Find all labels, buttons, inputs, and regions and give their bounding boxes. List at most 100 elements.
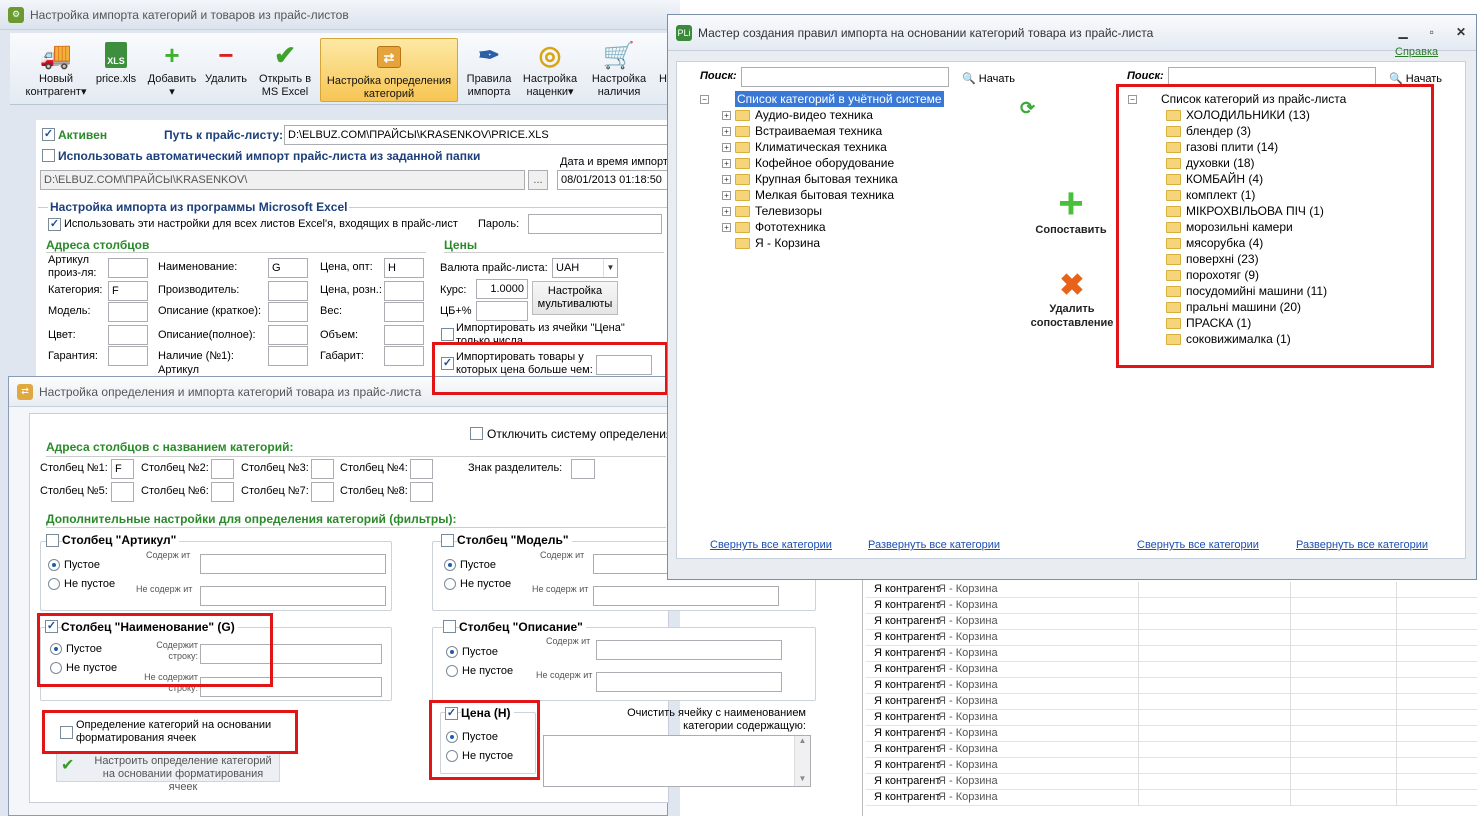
desc-empty-radio[interactable]: Пустое xyxy=(446,646,498,659)
match-button[interactable]: + Сопоставить xyxy=(1028,182,1114,237)
left-tree-item[interactable]: + Фототехника xyxy=(700,219,1000,235)
import-numbers-checkbox[interactable] xyxy=(441,328,454,341)
left-tree-item[interactable]: + Климатическая техника xyxy=(700,139,1000,155)
col-weight-combo[interactable] xyxy=(384,302,424,322)
auto-import-path-input[interactable]: D:\ELBUZ.COM\ПРАЙСЫ\KRASENKOV\ xyxy=(40,170,525,190)
col5-input[interactable] xyxy=(111,482,134,502)
right-tree-item[interactable]: посудомийні машини (11) xyxy=(1128,283,1428,299)
left-search-input[interactable] xyxy=(741,67,949,87)
right-tree-item[interactable]: соковижималка (1) xyxy=(1128,331,1428,347)
col-price-wholesale-combo[interactable]: H xyxy=(384,258,424,278)
toolbar-category-settings-button[interactable]: ⇄ Настройка определения категорий xyxy=(320,38,458,102)
left-tree-item[interactable]: +Я - Корзина xyxy=(700,235,1000,251)
import-price-greater-checkbox[interactable]: ✓ xyxy=(441,357,454,370)
col-volume-combo[interactable] xyxy=(384,325,424,345)
group-price-checkbox[interactable]: ✓ xyxy=(445,707,458,720)
model-empty-radio[interactable]: Пустое xyxy=(444,559,496,572)
right-collapse-all-link[interactable]: Свернуть все категории xyxy=(1137,539,1259,551)
clear-cell-scrollbar[interactable]: ▲ ▼ xyxy=(794,736,810,786)
right-search-start-button[interactable]: 🔍 Начать xyxy=(1389,72,1442,85)
toolbar-delete-button[interactable]: − Удалить xyxy=(200,37,252,103)
col7-input[interactable] xyxy=(311,482,334,502)
right-tree-item[interactable]: МІКРОХВІЛЬОВА ПІЧ (1) xyxy=(1128,203,1428,219)
right-tree-item[interactable]: комплект (1) xyxy=(1128,187,1428,203)
collapse-icon[interactable]: − xyxy=(700,94,709,104)
table-row[interactable]: Я контрагент Я - Корзина xyxy=(866,582,1477,598)
maximize-icon[interactable]: ▫ xyxy=(1430,25,1434,39)
disable-system-checkbox[interactable] xyxy=(470,427,483,440)
table-row[interactable]: Я контрагент Я - Корзина xyxy=(866,662,1477,678)
format-detect-checkbox[interactable] xyxy=(60,726,73,739)
col-manufacturer-combo[interactable] xyxy=(268,281,308,301)
price-notempty-radio[interactable]: Не пустое xyxy=(446,750,513,763)
table-row[interactable]: Я контрагент Я - Корзина xyxy=(866,630,1477,646)
col-artikul-combo[interactable] xyxy=(108,258,148,278)
col-price-retail-combo[interactable] xyxy=(384,281,424,301)
table-row[interactable]: Я контрагент Я - Корзина xyxy=(866,726,1477,742)
unmatch-button[interactable]: ✖ Удалить сопоставление xyxy=(1024,270,1120,330)
table-row[interactable]: Я контрагент Я - Корзина xyxy=(866,774,1477,790)
table-row[interactable]: Я контрагент Я - Корзина xyxy=(866,790,1477,806)
name-notempty-radio[interactable]: Не пустое xyxy=(50,662,117,675)
chevron-down-icon[interactable]: ▼ xyxy=(603,259,617,277)
name-notcontains-input[interactable] xyxy=(200,677,382,697)
cb-input[interactable] xyxy=(476,301,528,321)
right-tree-item[interactable]: поверхні (23) xyxy=(1128,251,1428,267)
toolbar-price-file-button[interactable]: XLS price.xls xyxy=(90,37,142,103)
artikul-notcontains-input[interactable] xyxy=(200,586,386,606)
col1-input[interactable]: F xyxy=(111,459,134,479)
table-row[interactable]: Я контрагент Я - Корзина xyxy=(866,614,1477,630)
right-tree-item[interactable]: ХОЛОДИЛЬНИКИ (13) xyxy=(1128,107,1428,123)
table-row[interactable]: Я контрагент Я - Корзина xyxy=(866,598,1477,614)
col4-input[interactable] xyxy=(410,459,433,479)
artikul-notempty-radio[interactable]: Не пустое xyxy=(48,578,115,591)
desc-notempty-radio[interactable]: Не пустое xyxy=(446,665,513,678)
left-collapse-all-link[interactable]: Свернуть все категории xyxy=(710,539,832,551)
format-settings-button[interactable]: ✔ Настроить определение категорий на осн… xyxy=(56,752,280,793)
toolbar-import-rules-button[interactable]: ✒ Правила импорта xyxy=(462,37,516,103)
left-tree-item[interactable]: + Телевизоры xyxy=(700,203,1000,219)
col-category-combo[interactable]: F xyxy=(108,281,148,301)
group-description-checkbox[interactable] xyxy=(443,620,456,633)
artikul-contains-input[interactable] xyxy=(200,554,386,574)
table-row[interactable]: Я контрагент Я - Корзина xyxy=(866,678,1477,694)
col-name-combo[interactable]: G xyxy=(268,258,308,278)
group-model-checkbox[interactable] xyxy=(441,534,454,547)
group-name-checkbox[interactable]: ✓ xyxy=(45,620,58,633)
toolbar-new-contractor-button[interactable]: 🚚 Новый контрагент▾ xyxy=(24,37,88,103)
right-tree-item[interactable]: порохотяг (9) xyxy=(1128,267,1428,283)
collapse-icon[interactable]: − xyxy=(1128,94,1137,104)
model-notcontains-input[interactable] xyxy=(593,586,779,606)
price-greater-input[interactable] xyxy=(596,355,652,375)
refresh-icon[interactable]: ⟳ xyxy=(1020,98,1035,119)
col8-input[interactable] xyxy=(410,482,433,502)
right-tree-item[interactable]: ПРАСКА (1) xyxy=(1128,315,1428,331)
help-link[interactable]: Справка xyxy=(1395,46,1438,58)
browse-button[interactable]: ... xyxy=(528,170,548,190)
auto-import-checkbox[interactable] xyxy=(42,149,55,162)
group-artikul-checkbox[interactable] xyxy=(46,534,59,547)
right-search-input[interactable] xyxy=(1168,67,1376,87)
col3-input[interactable] xyxy=(311,459,334,479)
expand-icon[interactable]: + xyxy=(722,126,731,136)
table-row[interactable]: Я контрагент Я - Корзина xyxy=(866,742,1477,758)
multicurrency-button[interactable]: Настройка мультивалюты xyxy=(532,281,618,315)
desc-notcontains-input[interactable] xyxy=(596,672,782,692)
expand-icon[interactable]: + xyxy=(722,190,731,200)
left-tree-item[interactable]: + Кофейное оборудование xyxy=(700,155,1000,171)
password-input[interactable] xyxy=(528,214,662,234)
table-row[interactable]: Я контрагент Я - Корзина xyxy=(866,694,1477,710)
path-input[interactable]: D:\ELBUZ.COM\ПРАЙСЫ\KRASENKOV\PRICE.XLS xyxy=(284,125,668,145)
model-notempty-radio[interactable]: Не пустое xyxy=(444,578,511,591)
col-availability-combo[interactable] xyxy=(268,346,308,366)
price-empty-radio[interactable]: Пустое xyxy=(446,731,498,744)
active-checkbox[interactable]: ✓ xyxy=(42,128,55,141)
toolbar-open-excel-button[interactable]: ✔ Открыть в MS Excel xyxy=(254,37,316,103)
col2-input[interactable] xyxy=(211,459,234,479)
name-empty-radio[interactable]: Пустое xyxy=(50,643,102,656)
right-tree-item[interactable]: блендер (3) xyxy=(1128,123,1428,139)
left-tree-item[interactable]: + Аудио-видео техника xyxy=(700,107,1000,123)
col6-input[interactable] xyxy=(211,482,234,502)
close-icon[interactable]: ✕ xyxy=(1456,25,1466,39)
left-expand-all-link[interactable]: Развернуть все категории xyxy=(868,539,1000,551)
